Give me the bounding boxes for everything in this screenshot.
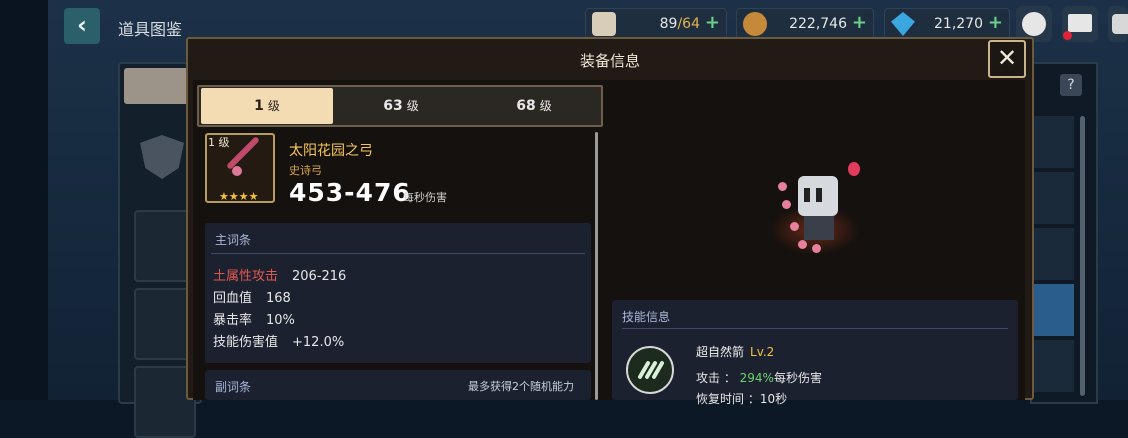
mail-button[interactable] [1062, 6, 1098, 42]
helmet-visor [804, 188, 810, 202]
skill-info-title: 技能信息 [622, 310, 671, 324]
chat-icon [1022, 12, 1046, 36]
section-divider [622, 328, 1008, 329]
gem-icon [891, 12, 915, 36]
close-icon: ✕ [996, 44, 1018, 72]
item-damage-unit: 每秒伤害 [403, 191, 447, 204]
item-name: 太阳花园之弓 [289, 143, 373, 159]
sub-stats-note: 最多获得2个随机能力 [468, 380, 574, 393]
add-gem-button[interactable]: + [988, 12, 1003, 33]
stats-scrollbar[interactable] [595, 132, 598, 400]
flower-petal [790, 222, 799, 231]
right-list-slot[interactable] [1034, 340, 1074, 392]
stamina-counter[interactable]: 89/64 + [585, 8, 727, 40]
claw-slash-icon [626, 346, 674, 394]
settings-icon [1112, 14, 1128, 34]
item-stars: ★★★★ [219, 190, 259, 203]
right-list-slot[interactable] [1034, 228, 1074, 280]
gold-value: 222,746 [789, 16, 847, 32]
main-stats-title: 主词条 [215, 233, 252, 247]
flower-petal [798, 240, 807, 249]
right-scrollbar[interactable] [1080, 116, 1085, 396]
gold-coin-icon [743, 12, 767, 36]
item-damage: 453-476 [289, 178, 411, 207]
gem-counter[interactable]: 21,270 + [884, 8, 1010, 40]
helmet-plume [848, 162, 860, 176]
flower-petal [782, 200, 791, 209]
item-level-badge: 1 级 [208, 136, 230, 149]
right-list-slot[interactable] [1034, 172, 1074, 224]
coffee-cup-icon [592, 12, 616, 36]
gem-value: 21,270 [934, 16, 983, 32]
add-stamina-button[interactable]: + [705, 12, 720, 33]
item-type: 史诗弓 [289, 164, 322, 177]
tab-level-68[interactable]: 68 级 [468, 88, 600, 124]
tab-level-1[interactable]: 1级 [201, 88, 333, 124]
skill-name: 超自然箭 Lv.2 [696, 345, 775, 359]
close-button[interactable]: ✕ [988, 40, 1026, 78]
notification-dot [1063, 31, 1072, 40]
skill-attack: 攻击 ： 294%每秒伤害 [696, 371, 822, 385]
settings-button[interactable] [1108, 6, 1128, 42]
modal-title: 装备信息 [579, 52, 640, 70]
stamina-value: 89/64 [659, 16, 700, 32]
flower-petal [778, 182, 787, 191]
help-button[interactable]: ? [1060, 74, 1082, 96]
chevron-left-icon: ‹ [77, 11, 87, 39]
skill-cooldown: 恢复时间 ：10秒 [696, 392, 788, 406]
left-edge [0, 0, 48, 400]
stat-row: 暴击率 10% [213, 313, 295, 328]
add-gold-button[interactable]: + [852, 12, 867, 33]
stat-row: 技能伤害值 +12.0% [213, 335, 345, 350]
section-divider [211, 253, 585, 254]
flower-petal [812, 244, 821, 253]
mail-icon [1068, 14, 1092, 32]
right-list-slot[interactable] [1034, 116, 1074, 168]
page-title: 道具图鉴 [118, 20, 183, 39]
bow-flower [232, 166, 242, 176]
character-body [804, 214, 834, 240]
stat-row: 土属性攻击 206-216 [213, 269, 347, 284]
tab-level-63[interactable]: 63 级 [335, 88, 467, 124]
sub-stats-title: 副词条 [215, 380, 252, 394]
right-list-slot-selected[interactable] [1034, 284, 1074, 336]
back-button[interactable]: ‹ [64, 8, 100, 44]
gold-counter[interactable]: 222,746 + [736, 8, 874, 40]
stat-row: 回血值 168 [213, 291, 291, 306]
gallery-tab[interactable] [124, 68, 190, 104]
